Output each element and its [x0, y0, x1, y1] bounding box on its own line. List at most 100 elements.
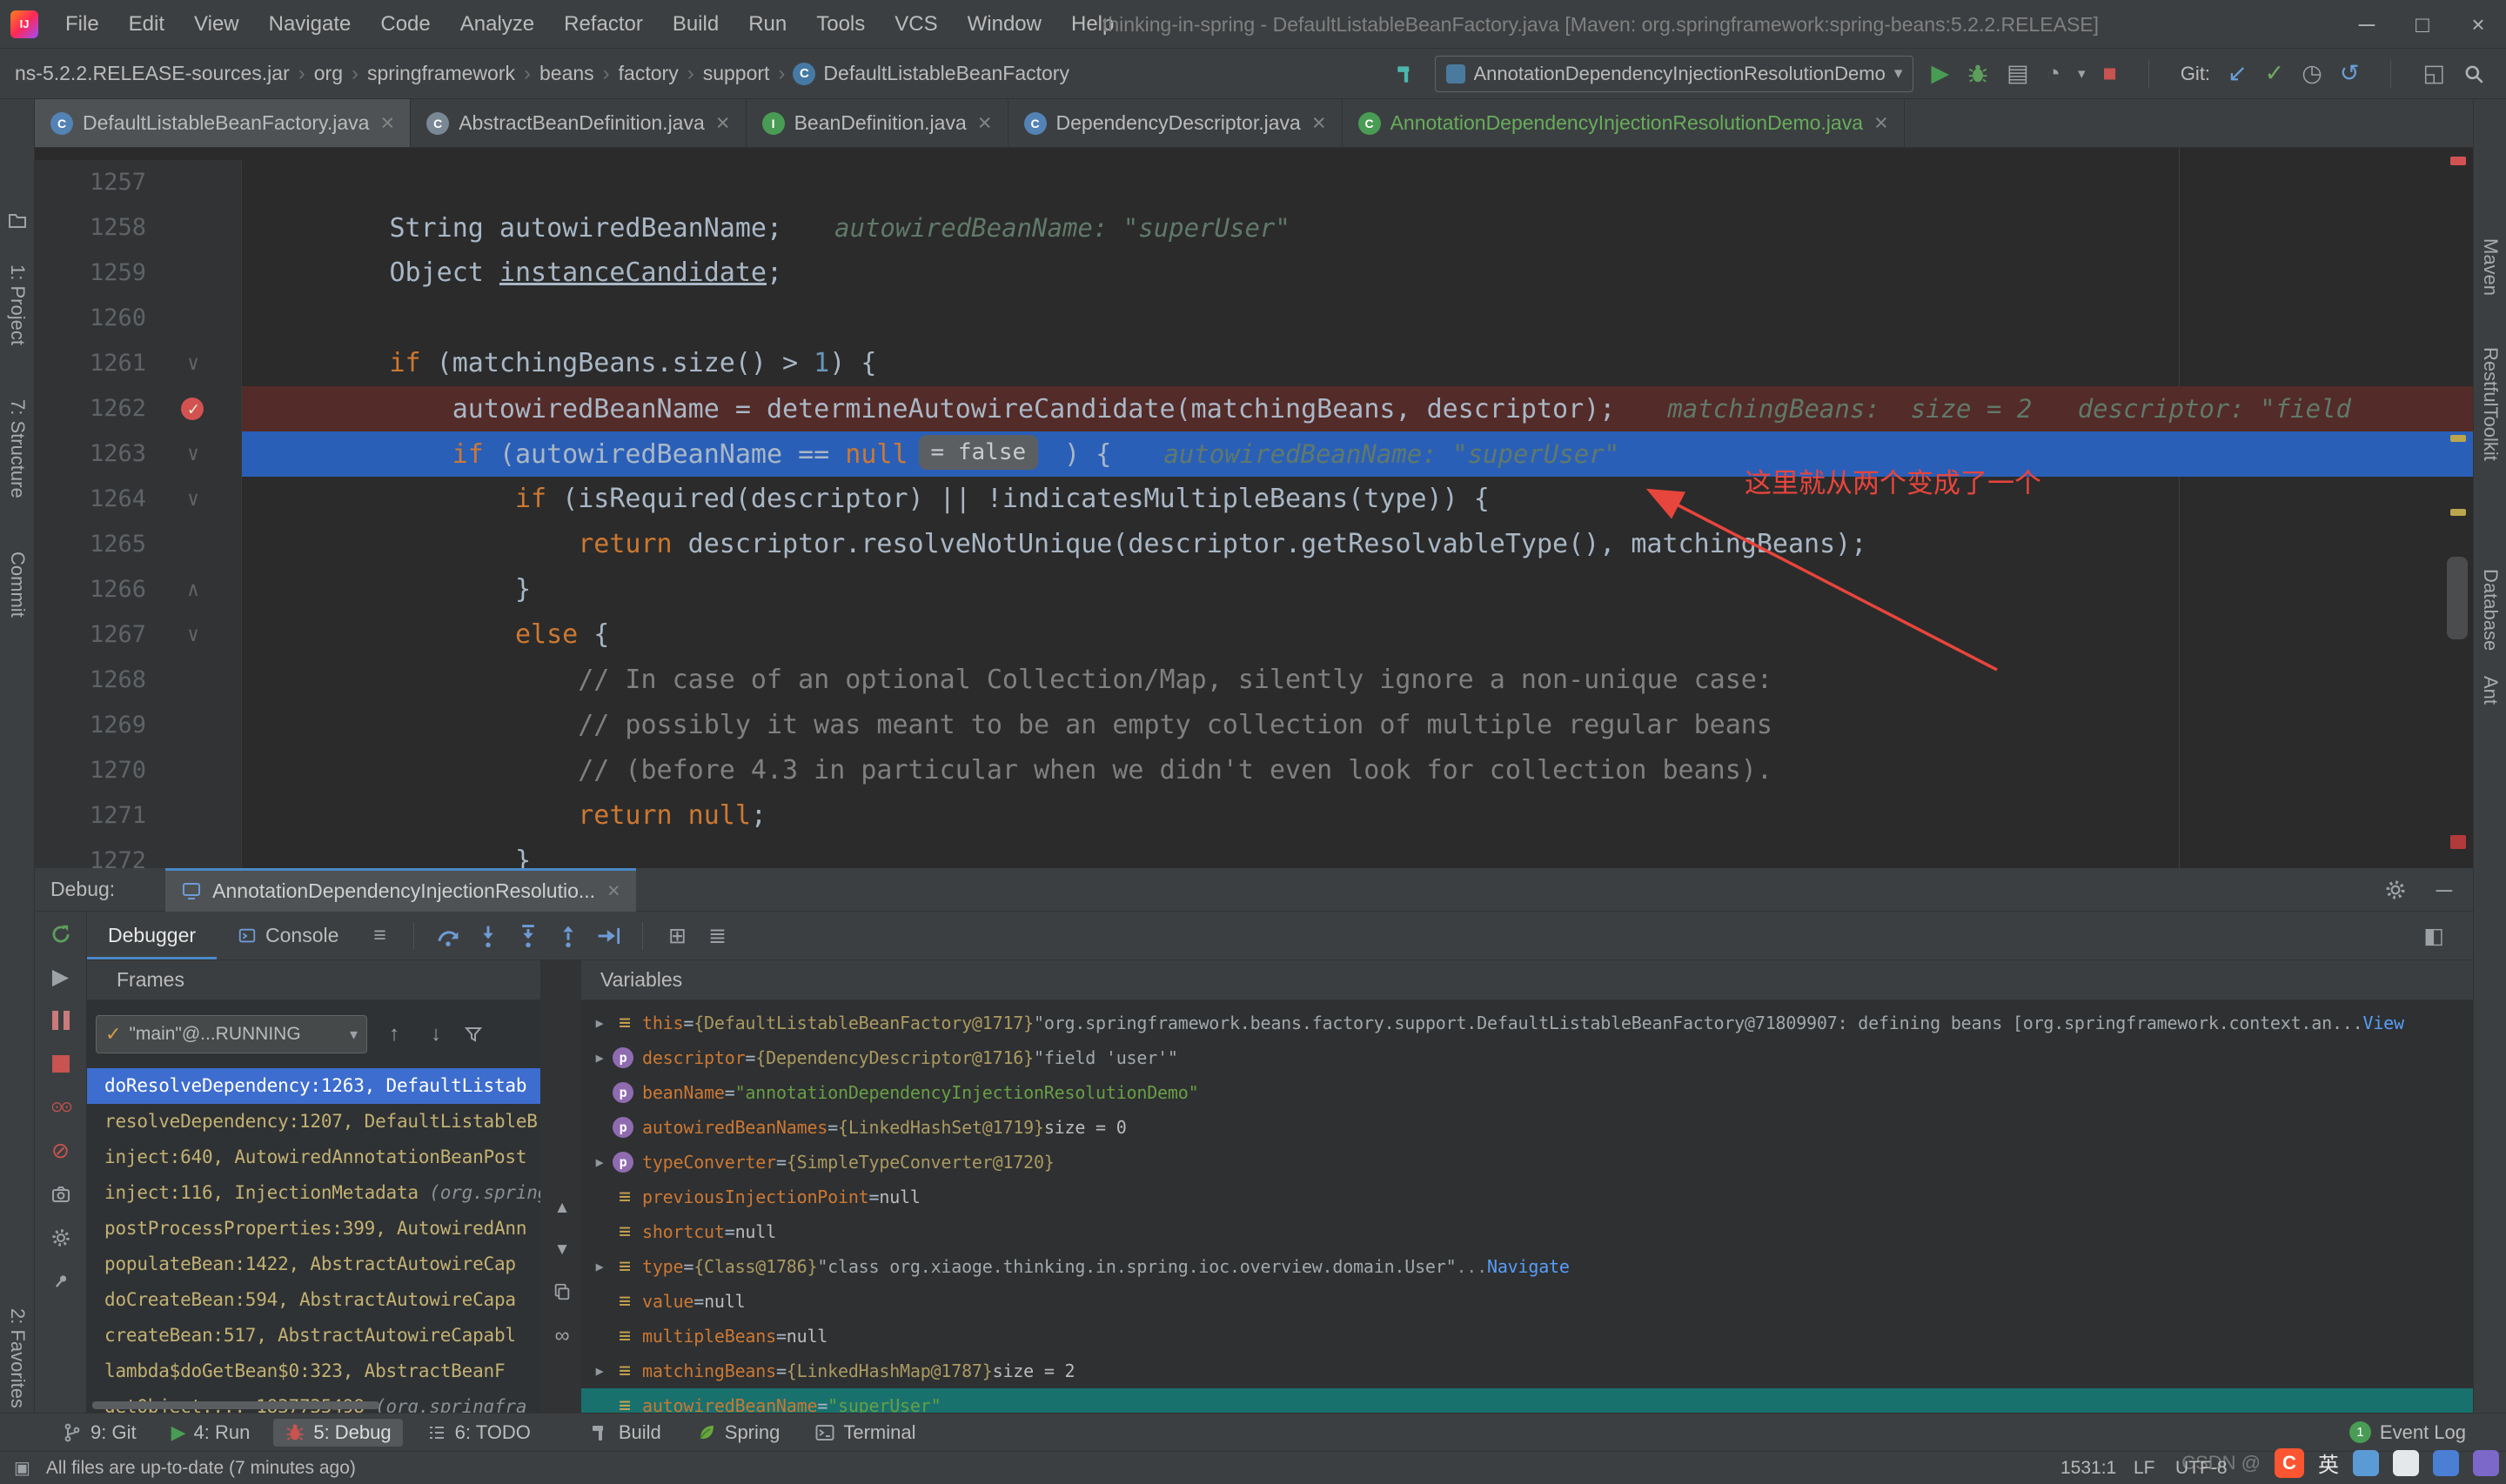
build-hammer-icon[interactable] [1395, 63, 1417, 85]
code-line[interactable]: 1271 return null; [35, 793, 2473, 839]
toolwindow-button-debug[interactable]: 5: Debug [273, 1419, 402, 1447]
code-editor[interactable]: 12571258 String autowiredBeanName;autowi… [35, 148, 2473, 868]
expand-arrow-icon[interactable]: ▶ [586, 1154, 613, 1170]
stop-icon[interactable] [48, 1051, 74, 1077]
run-configuration-select[interactable]: AnnotationDependencyInjectionResolutionD… [1435, 56, 1914, 92]
code-line[interactable]: 1259 Object instanceCandidate; [35, 251, 2473, 296]
run-button[interactable]: ▶ [1931, 60, 1949, 87]
frames-scrollbar[interactable] [92, 1401, 379, 1409]
thread-selector[interactable]: ✓ "main"@...RUNNING ▾ [96, 1015, 367, 1053]
variable-row[interactable]: ▶≡matchingBeans = {LinkedHashMap@1787} s… [581, 1354, 2473, 1388]
close-tab-icon[interactable]: × [1874, 110, 1888, 137]
run-to-cursor-icon[interactable] [588, 922, 628, 950]
minimize-icon[interactable]: ─ [2339, 0, 2395, 49]
toolwindow-button-run[interactable]: ▶4: Run [160, 1419, 262, 1447]
window-layout-icon[interactable]: ◱ [2422, 60, 2445, 87]
breadcrumb-item[interactable]: beans [539, 62, 594, 85]
variable-row[interactable]: ▶≡type = {Class@1786} "class org.xiaoge.… [581, 1249, 2473, 1284]
step-out-icon[interactable] [548, 922, 588, 950]
close-tab-icon[interactable]: × [380, 110, 394, 137]
git-history-button[interactable]: ◷ [2302, 60, 2322, 87]
variable-row[interactable]: pbeanName = "annotationDependencyInjecti… [581, 1075, 2473, 1110]
previous-frame-icon[interactable]: ↑ [379, 1022, 409, 1046]
profiler-button[interactable]: ◔ [2047, 60, 2060, 87]
frame-row[interactable]: populateBean:1422, AbstractAutowireCap [87, 1247, 540, 1282]
toolwindow-button-terminal[interactable]: Terminal [803, 1419, 927, 1447]
scroll-down-icon[interactable]: ▼ [554, 1240, 571, 1260]
git-commit-button[interactable]: ✓ [2265, 60, 2285, 87]
debug-button[interactable] [1967, 63, 1989, 85]
toolwindow-button-todo[interactable]: 6: TODO [415, 1419, 542, 1447]
maximize-icon[interactable]: □ [2395, 0, 2450, 49]
breadcrumb-item[interactable]: ns-5.2.2.RELEASE-sources.jar [15, 62, 290, 85]
stripe-item-project[interactable]: 1: Project [6, 264, 29, 345]
warning-stripe-mark[interactable] [2450, 435, 2466, 442]
menu-view[interactable]: View [179, 0, 254, 48]
settings-gear-icon[interactable] [48, 1225, 74, 1251]
menu-vcs[interactable]: VCS [880, 0, 952, 48]
menu-icon[interactable]: ≡ [359, 923, 399, 948]
pin-icon[interactable] [48, 1268, 74, 1294]
editor-tab[interactable]: CAnnotationDependencyInjectionResolution… [1343, 99, 1905, 147]
close-tab-icon[interactable]: × [978, 110, 992, 137]
coverage-button[interactable]: ▤ [2007, 60, 2029, 87]
stripe-item-ant[interactable]: Ant [2479, 676, 2502, 705]
code-line[interactable]: 1263∨ if (autowiredBeanName == null= fal… [35, 431, 2473, 477]
code-line[interactable]: 1261∨ if (matchingBeans.size() > 1) { [35, 341, 2473, 386]
expand-arrow-icon[interactable]: ▶ [586, 1363, 613, 1379]
stop-button[interactable]: ■ [2103, 60, 2117, 87]
variable-row[interactable]: ≡multipleBeans = null [581, 1319, 2473, 1354]
variable-row[interactable]: ≡shortcut = null [581, 1214, 2473, 1249]
tab-debugger[interactable]: Debugger [87, 912, 217, 959]
code-line[interactable]: 1270 // (before 4.3 in particular when w… [35, 748, 2473, 793]
thread-dump-camera-icon[interactable] [48, 1181, 74, 1207]
menu-tools[interactable]: Tools [801, 0, 880, 48]
menu-edit[interactable]: Edit [114, 0, 179, 48]
caret-position[interactable]: 1531:1 [2060, 1452, 2116, 1484]
expand-arrow-icon[interactable]: ▶ [586, 1015, 613, 1031]
code-line[interactable]: 1272 } [35, 839, 2473, 868]
menu-build[interactable]: Build [658, 0, 734, 48]
breadcrumb-item[interactable]: DefaultListableBeanFactory [823, 62, 1069, 85]
pause-icon[interactable] [48, 1007, 74, 1033]
error-stripe-mark[interactable] [2450, 835, 2466, 849]
frame-row[interactable]: lambda$doGetBean$0:323, AbstractBeanF [87, 1354, 540, 1389]
menu-analyze[interactable]: Analyze [446, 0, 549, 48]
git-update-button[interactable]: ↙ [2228, 60, 2248, 87]
expand-arrow-icon[interactable]: ▶ [586, 1050, 613, 1066]
variable-row[interactable]: ≡autowiredBeanName = "superUser" [581, 1388, 2473, 1413]
variable-row[interactable]: ▶≡this = {DefaultListableBeanFactory@171… [581, 1006, 2473, 1040]
close-icon[interactable]: × [2450, 0, 2506, 49]
close-tab-icon[interactable]: × [716, 110, 730, 137]
variable-row[interactable]: ▶ptypeConverter = {SimpleTypeConverter@1… [581, 1145, 2473, 1180]
mute-breakpoints-icon[interactable]: ⊘ [48, 1138, 74, 1164]
frame-row[interactable]: resolveDependency:1207, DefaultListableB [87, 1104, 540, 1140]
code-line[interactable]: 1266∧ } [35, 567, 2473, 612]
toolwindow-button-build[interactable]: Build [579, 1419, 673, 1447]
settings-gear-icon[interactable] [2384, 879, 2407, 901]
event-log-button[interactable]: 1 Event Log [2349, 1421, 2466, 1444]
warning-stripe-mark[interactable] [2450, 509, 2466, 516]
menu-run[interactable]: Run [734, 0, 801, 48]
variable-row[interactable]: ≡value = null [581, 1284, 2473, 1319]
profiler-chevron-icon[interactable]: ▾ [2078, 65, 2086, 83]
breadcrumb-item[interactable]: org [314, 62, 343, 85]
frame-row[interactable]: createBean:517, AbstractAutowireCapabl [87, 1318, 540, 1354]
stripe-item-maven[interactable]: Maven [2479, 238, 2502, 296]
infinity-icon[interactable]: ∞ [554, 1324, 569, 1348]
breadcrumb-item[interactable]: springframework [367, 62, 515, 85]
menu-refactor[interactable]: Refactor [549, 0, 658, 48]
stripe-item-restfultoolkit[interactable]: RestfulToolkit [2479, 347, 2502, 461]
menu-file[interactable]: File [50, 0, 114, 48]
git-rollback-button[interactable]: ↺ [2340, 60, 2360, 87]
editor-tab[interactable]: IBeanDefinition.java× [747, 99, 1008, 147]
variable-row[interactable]: ▶pdescriptor = {DependencyDescriptor@171… [581, 1040, 2473, 1075]
code-line[interactable]: 1262✓ autowiredBeanName = determineAutow… [35, 386, 2473, 431]
code-line[interactable]: 1267∨ else { [35, 612, 2473, 658]
code-line[interactable]: 1257 [35, 160, 2473, 205]
code-line[interactable]: 1268 // In case of an optional Collectio… [35, 658, 2473, 703]
layout-settings-icon[interactable]: ◧ [2414, 923, 2454, 949]
expand-arrow-icon[interactable]: ▶ [586, 1259, 613, 1274]
frame-row[interactable]: doCreateBean:594, AbstractAutowireCapa [87, 1282, 540, 1318]
view-breakpoints-icon[interactable]: ⊙⊙ [48, 1094, 74, 1120]
